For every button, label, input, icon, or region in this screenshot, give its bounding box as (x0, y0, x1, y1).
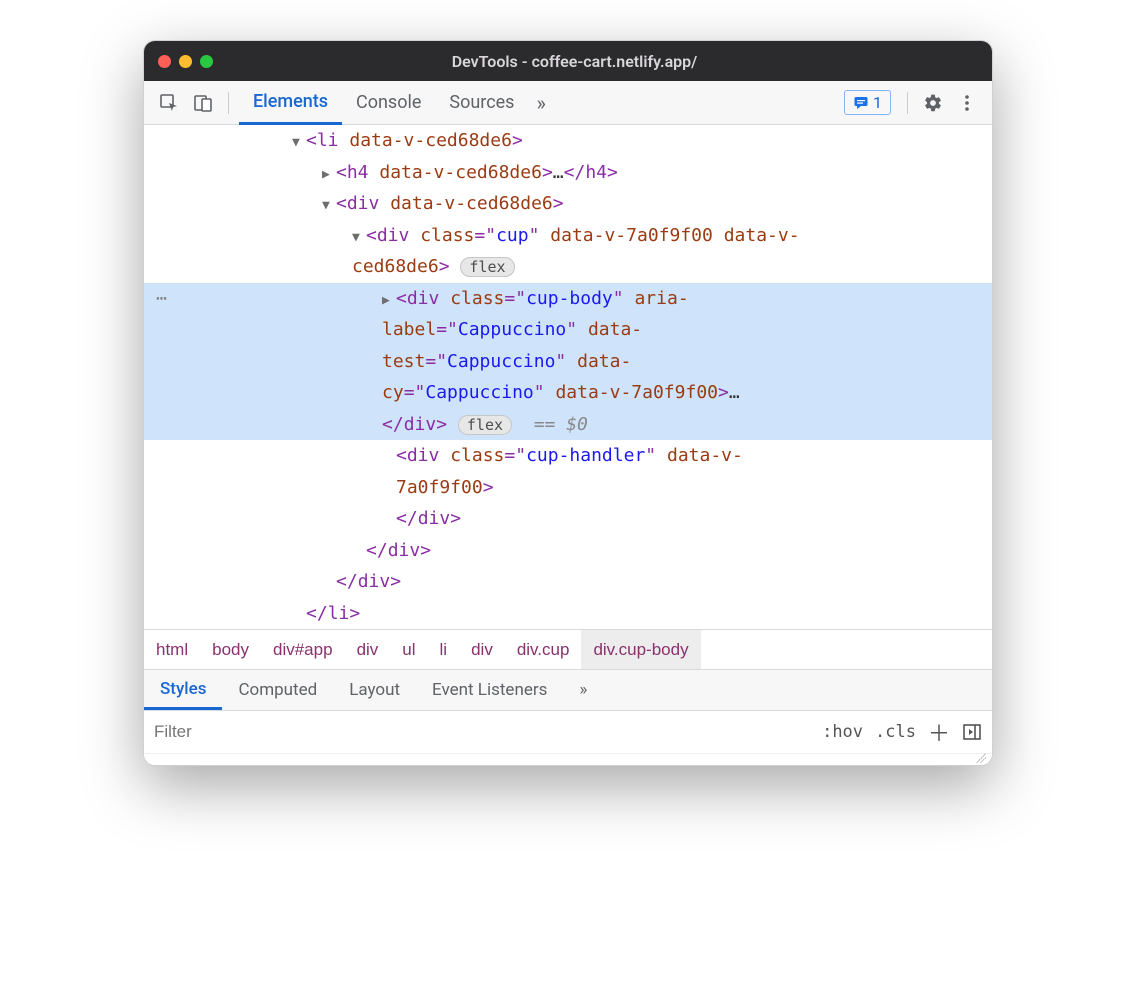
toggle-computed-sidebar-icon[interactable] (962, 722, 982, 742)
crumb-div2[interactable]: div (459, 630, 505, 669)
dom-node-h4[interactable]: ▶<h4 data-v-ced68de6>…</h4> (144, 157, 992, 189)
issues-count: 1 (873, 93, 882, 112)
close-window-button[interactable] (158, 55, 171, 68)
tab-elements[interactable]: Elements (239, 81, 342, 125)
window-title: DevTools - coffee-cart.netlify.app/ (231, 52, 918, 71)
styles-filter-input[interactable] (154, 722, 810, 742)
window-controls (158, 55, 213, 68)
flex-badge[interactable]: flex (460, 257, 514, 277)
crumb-div-app[interactable]: div#app (261, 630, 345, 669)
crumb-ul[interactable]: ul (390, 630, 427, 669)
inspect-element-icon[interactable] (154, 88, 184, 118)
dom-node-li-open[interactable]: ▼<li data-v-ced68de6> (144, 125, 992, 157)
styles-subtabs: Styles Computed Layout Event Listeners » (144, 669, 992, 711)
subtab-computed[interactable]: Computed (222, 670, 333, 710)
issues-badge[interactable]: 1 (844, 90, 891, 115)
panel-tabs: Elements Console Sources » (239, 81, 840, 125)
dom-close-li[interactable]: </li> (144, 598, 992, 630)
tab-sources[interactable]: Sources (435, 81, 528, 125)
settings-icon[interactable] (918, 88, 948, 118)
dom-node-cup-handler[interactable]: <div class="cup-handler" data-v-7a0f9f00… (144, 440, 992, 535)
dom-node-cup[interactable]: ▼<div class="cup" data-v-7a0f9f00 data-v… (144, 220, 992, 283)
dom-node-div-open[interactable]: ▼<div data-v-ced68de6> (144, 188, 992, 220)
crumb-div[interactable]: div (345, 630, 391, 669)
hov-toggle[interactable]: :hov (822, 722, 863, 742)
subtab-layout[interactable]: Layout (333, 670, 416, 710)
cls-toggle[interactable]: .cls (875, 722, 916, 742)
main-toolbar: Elements Console Sources » 1 (144, 81, 992, 125)
gutter-ellipsis-icon[interactable]: ⋯ (156, 283, 182, 315)
dom-close-div[interactable]: </div> (144, 566, 992, 598)
device-toolbar-icon[interactable] (188, 88, 218, 118)
crumb-div-cup-body[interactable]: div.cup-body (581, 630, 700, 669)
new-style-rule-button[interactable]: ＋ (928, 716, 950, 748)
maximize-window-button[interactable] (200, 55, 213, 68)
dom-tree[interactable]: ▼<li data-v-ced68de6> ▶<h4 data-v-ced68d… (144, 125, 992, 629)
subtab-event-listeners[interactable]: Event Listeners (416, 670, 563, 710)
flex-badge[interactable]: flex (458, 415, 512, 435)
crumb-li[interactable]: li (428, 630, 460, 669)
message-icon (853, 95, 869, 111)
kebab-menu-icon[interactable] (952, 88, 982, 118)
tab-console[interactable]: Console (342, 81, 435, 125)
separator (228, 92, 229, 114)
crumb-html[interactable]: html (144, 630, 200, 669)
devtools-window: DevTools - coffee-cart.netlify.app/ Elem… (143, 40, 993, 766)
styles-filterbar: :hov .cls ＋ (144, 711, 992, 753)
subtab-styles[interactable]: Styles (144, 670, 222, 710)
window-resize-corner[interactable] (144, 753, 992, 765)
dom-breadcrumbs: html body div#app div ul li div div.cup … (144, 629, 992, 669)
more-subtabs-button[interactable]: » (563, 670, 603, 710)
dom-node-cup-body-selected[interactable]: ⋯▶<div class="cup-body" aria-label="Capp… (144, 283, 992, 441)
crumb-body[interactable]: body (200, 630, 261, 669)
more-tabs-button[interactable]: » (528, 91, 553, 115)
selected-ref: == $0 (534, 414, 588, 435)
dom-close-div[interactable]: </div> (144, 535, 992, 567)
titlebar: DevTools - coffee-cart.netlify.app/ (144, 41, 992, 81)
crumb-div-cup[interactable]: div.cup (505, 630, 582, 669)
minimize-window-button[interactable] (179, 55, 192, 68)
separator (907, 92, 908, 114)
